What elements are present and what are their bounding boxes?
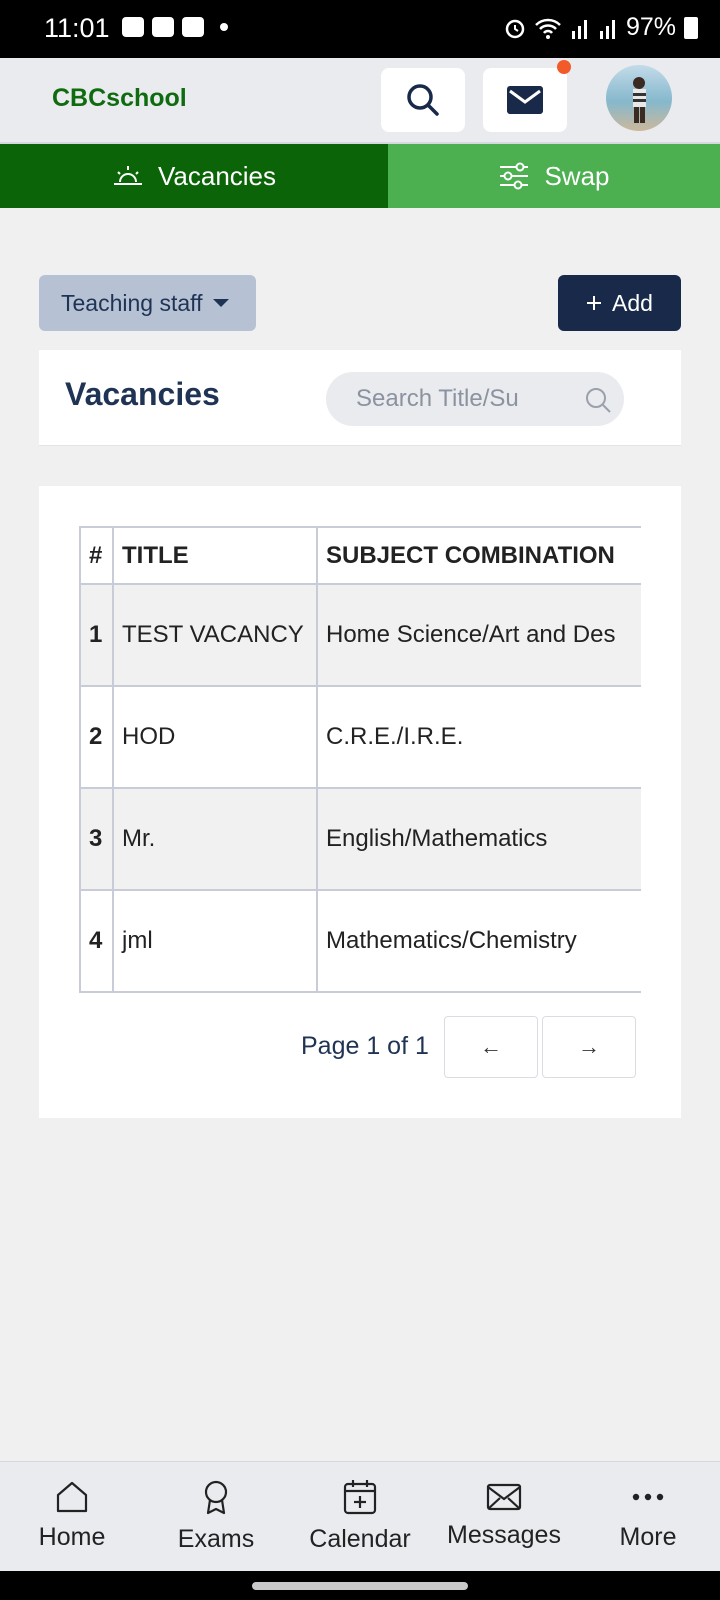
calendar-plus-icon (343, 1480, 377, 1515)
avatar[interactable] (606, 65, 672, 131)
vacancies-table: # TITLE SUBJECT COMBINATION 1 TEST VACAN… (79, 526, 641, 993)
bottom-navigation: Home Exams Calendar Messages More (0, 1461, 720, 1571)
sliders-icon (500, 162, 529, 190)
caret-down-icon (212, 299, 229, 307)
status-bar: 11:01 97% (0, 0, 720, 58)
row-subjects: English/Mathematics (316, 787, 641, 891)
signal-icon-2 (599, 19, 615, 39)
tab-swap-label: Swap (544, 160, 610, 191)
envelope-icon (486, 1483, 522, 1511)
table-row[interactable]: 2 HOD C.R.E./I.R.E. (79, 685, 641, 789)
column-header-number: # (79, 526, 114, 585)
pagination: Page 1 of 1 ← → (39, 1016, 681, 1078)
section-tabs: Vacancies Swap (0, 144, 720, 208)
tab-vacancies-label: Vacancies (157, 160, 277, 191)
home-gesture-handle[interactable] (252, 1582, 468, 1590)
row-number: 4 (79, 889, 114, 993)
add-vacancy-button[interactable]: Add (558, 275, 681, 331)
row-title: jml (112, 889, 318, 993)
more-notifications-dot-icon (220, 23, 228, 31)
status-system-icons: 97% (504, 13, 698, 42)
table-row[interactable]: 4 jml Mathematics/Chemistry (79, 889, 641, 993)
brand-logo[interactable]: CBCschool (52, 84, 187, 113)
nav-messages[interactable]: Messages (432, 1462, 576, 1571)
signal-icon (571, 19, 587, 39)
nav-messages-label: Messages (447, 1521, 561, 1549)
previous-page-button[interactable]: ← (444, 1016, 538, 1078)
envelope-icon (507, 86, 543, 114)
row-title: Mr. (112, 787, 318, 891)
row-subjects: Home Science/Art and Des (316, 583, 641, 687)
tab-swap[interactable]: Swap (388, 144, 720, 208)
search-button[interactable] (381, 68, 465, 132)
alarm-icon (505, 19, 525, 38)
award-icon (204, 1480, 228, 1515)
search-input[interactable] (356, 385, 556, 413)
staff-type-selected: Teaching staff (61, 289, 203, 316)
messages-button[interactable] (483, 60, 571, 132)
status-time: 11:01 (44, 13, 110, 43)
youtube-icon (152, 17, 174, 37)
row-number: 3 (79, 787, 114, 891)
plus-icon (587, 296, 602, 310)
nav-home-label: Home (38, 1523, 106, 1551)
row-title: TEST VACANCY (112, 583, 318, 687)
table-header-row: # TITLE SUBJECT COMBINATION (79, 526, 641, 585)
row-number: 1 (79, 583, 114, 687)
column-header-subject-combination: SUBJECT COMBINATION (316, 526, 641, 585)
sunrise-icon (113, 166, 142, 185)
page-title: Vacancies (65, 376, 220, 412)
page-indicator: Page 1 of 1 (301, 1032, 429, 1060)
table-row[interactable]: 1 TEST VACANCY Home Science/Art and Des (79, 583, 641, 687)
vacancy-search (326, 372, 624, 426)
calendar-notification-icon (182, 17, 204, 37)
vacancies-table-card: # TITLE SUBJECT COMBINATION 1 TEST VACAN… (39, 486, 681, 1118)
vacancies-header-card: Vacancies (39, 350, 681, 446)
avatar-photo (633, 77, 646, 123)
row-number: 2 (79, 685, 114, 789)
battery-percent: 97% (625, 13, 676, 41)
staff-type-dropdown[interactable]: Teaching staff (39, 275, 256, 331)
wifi-icon (535, 18, 561, 39)
arrow-right-icon: → (578, 1034, 600, 1059)
table-row[interactable]: 3 Mr. English/Mathematics (79, 787, 641, 891)
nav-calendar[interactable]: Calendar (288, 1462, 432, 1571)
system-gesture-bar (0, 1571, 720, 1600)
search-icon (407, 84, 439, 116)
nav-more-label: More (619, 1523, 677, 1551)
status-notification-icons (122, 17, 228, 37)
gallery-icon (122, 17, 144, 37)
column-header-title: TITLE (112, 526, 318, 585)
nav-calendar-label: Calendar (309, 1525, 411, 1553)
battery-icon (684, 16, 698, 39)
nav-home[interactable]: Home (0, 1462, 144, 1571)
add-button-label: Add (612, 289, 653, 316)
search-icon[interactable] (584, 386, 612, 414)
arrow-left-icon: ← (480, 1034, 502, 1059)
nav-exams-label: Exams (177, 1525, 255, 1553)
row-title: HOD (112, 685, 318, 789)
row-subjects: C.R.E./I.R.E. (316, 685, 641, 789)
next-page-button[interactable]: → (542, 1016, 636, 1078)
home-icon (56, 1481, 88, 1513)
table-scroll-container[interactable]: # TITLE SUBJECT COMBINATION 1 TEST VACAN… (79, 526, 641, 994)
app-header: CBCschool (0, 58, 720, 144)
nav-more[interactable]: More (576, 1462, 720, 1571)
more-icon (632, 1493, 664, 1501)
nav-exams[interactable]: Exams (144, 1462, 288, 1571)
notification-dot (557, 60, 571, 74)
tab-vacancies[interactable]: Vacancies (0, 144, 388, 208)
row-subjects: Mathematics/Chemistry (316, 889, 641, 993)
